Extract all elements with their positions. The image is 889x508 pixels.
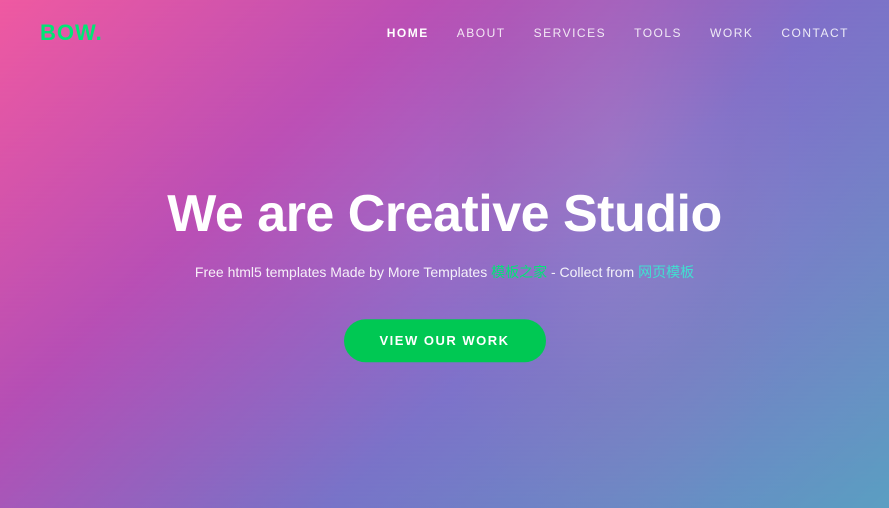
nav-item-home[interactable]: HOME <box>387 24 429 42</box>
nav-item-services[interactable]: SERVICES <box>534 24 606 42</box>
hero-subtitle-part2: - Collect from <box>547 264 638 280</box>
nav-link-about[interactable]: ABOUT <box>457 26 506 40</box>
nav-link-contact[interactable]: CONTACT <box>781 26 849 40</box>
nav-link-work[interactable]: WORK <box>710 26 753 40</box>
brand-logo[interactable]: BOW. <box>40 20 103 46</box>
hero-content: We are Creative Studio Free html5 templa… <box>95 186 795 362</box>
navbar: BOW. HOME ABOUT SERVICES TOOLS WORK CONT… <box>0 0 889 66</box>
hero-subtitle-part1: Free html5 templates Made by More Templa… <box>195 264 491 280</box>
cta-button[interactable]: VIEW OUR WORK <box>344 319 546 362</box>
nav-item-contact[interactable]: CONTACT <box>781 24 849 42</box>
nav-link-tools[interactable]: TOOLS <box>634 26 682 40</box>
nav-link-services[interactable]: SERVICES <box>534 26 606 40</box>
brand-name: BOW <box>40 20 96 45</box>
hero-subtitle-link1: 模板之家 <box>491 264 547 280</box>
brand-dot: . <box>96 20 103 45</box>
nav-links-list: HOME ABOUT SERVICES TOOLS WORK CONTACT <box>387 24 849 42</box>
hero-title: We are Creative Studio <box>95 186 795 243</box>
nav-link-home[interactable]: HOME <box>387 26 429 40</box>
nav-item-tools[interactable]: TOOLS <box>634 24 682 42</box>
hero-subtitle-link2: 网页模板 <box>638 264 694 280</box>
hero-subtitle: Free html5 templates Made by More Templa… <box>95 261 795 283</box>
nav-item-about[interactable]: ABOUT <box>457 24 506 42</box>
nav-item-work[interactable]: WORK <box>710 24 753 42</box>
hero-section: BOW. HOME ABOUT SERVICES TOOLS WORK CONT… <box>0 0 889 508</box>
